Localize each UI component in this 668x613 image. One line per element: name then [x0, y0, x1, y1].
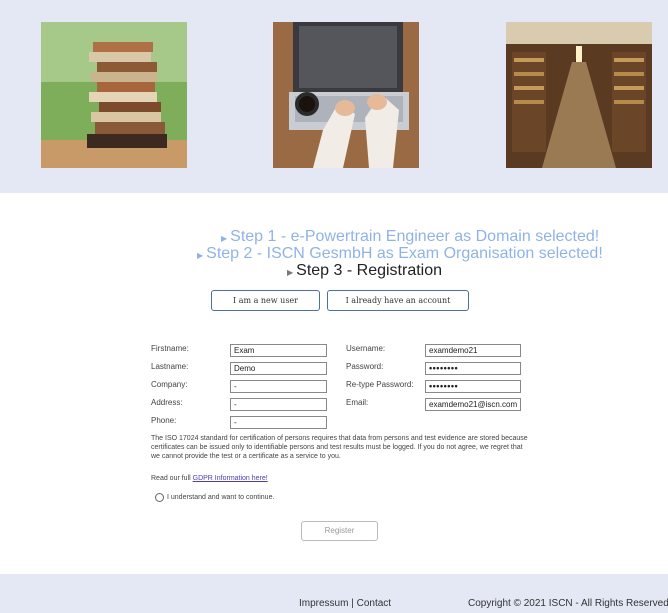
footer-links[interactable]: Impressum | Contact — [299, 598, 391, 609]
lastname-label: Lastname: — [151, 362, 189, 371]
consent-label: I understand and want to continue. — [167, 494, 275, 501]
step-1-link[interactable]: ▶ Step 1 - e-Powertrain Engineer as Domai… — [221, 228, 599, 246]
footer: Impressum | Contact Copyright © 2021 ISC… — [0, 574, 668, 613]
retype-password-field[interactable]: •••••••• — [425, 380, 521, 393]
password-field[interactable]: •••••••• — [425, 362, 521, 375]
laptop-image — [273, 22, 419, 168]
retype-password-label: Re-type Password: — [346, 380, 414, 389]
email-field[interactable]: examdemo21@iscn.com — [425, 398, 521, 411]
phone-field[interactable]: - — [230, 416, 327, 429]
step-1-text: Step 1 - e-Powertrain Engineer as Domain… — [230, 228, 600, 245]
consent-option[interactable]: I understand and want to continue. — [155, 493, 274, 502]
gdpr-link[interactable]: GDPR Information here! — [193, 475, 268, 482]
copyright-text: Copyright © 2021 ISCN - All Rights Reser… — [468, 598, 668, 609]
gdpr-prefix: Read our full — [151, 475, 193, 482]
header-banner — [0, 0, 668, 193]
bullet-arrow-icon: ▶ — [287, 268, 294, 277]
new-user-button[interactable]: I am a new user — [211, 290, 320, 311]
step-2-text: Step 2 - ISCN GesmbH as Exam Organisatio… — [206, 245, 603, 262]
firstname-field[interactable]: Exam — [230, 344, 327, 357]
gdpr-line: Read our full GDPR Information here! — [151, 475, 268, 482]
lastname-field[interactable]: Demo — [230, 362, 327, 375]
address-label: Address: — [151, 398, 183, 407]
consent-radio[interactable] — [155, 493, 164, 502]
bullet-arrow-icon: ▶ — [221, 234, 228, 243]
step-3-text: Step 3 - Registration — [296, 262, 443, 279]
bullet-arrow-icon: ▶ — [197, 251, 204, 260]
username-label: Username: — [346, 344, 386, 353]
password-label: Password: — [346, 362, 384, 371]
company-label: Company: — [151, 380, 188, 389]
company-field[interactable]: - — [230, 380, 327, 393]
address-field[interactable]: - — [230, 398, 327, 411]
step-2-link[interactable]: ▶ Step 2 - ISCN GesmbH as Exam Organisati… — [197, 245, 603, 263]
library-image — [506, 22, 652, 168]
firstname-label: Firstname: — [151, 344, 189, 353]
username-field[interactable]: examdemo21 — [425, 344, 521, 357]
step-3-current: ▶ Step 3 - Registration — [287, 262, 442, 280]
phone-label: Phone: — [151, 416, 177, 425]
existing-account-button[interactable]: I already have an account — [327, 290, 469, 311]
email-label: Email: — [346, 398, 369, 407]
iso-notice-text: The ISO 17024 standard for certification… — [151, 435, 528, 460]
books-image — [41, 22, 187, 168]
register-button[interactable]: Register — [301, 521, 378, 541]
